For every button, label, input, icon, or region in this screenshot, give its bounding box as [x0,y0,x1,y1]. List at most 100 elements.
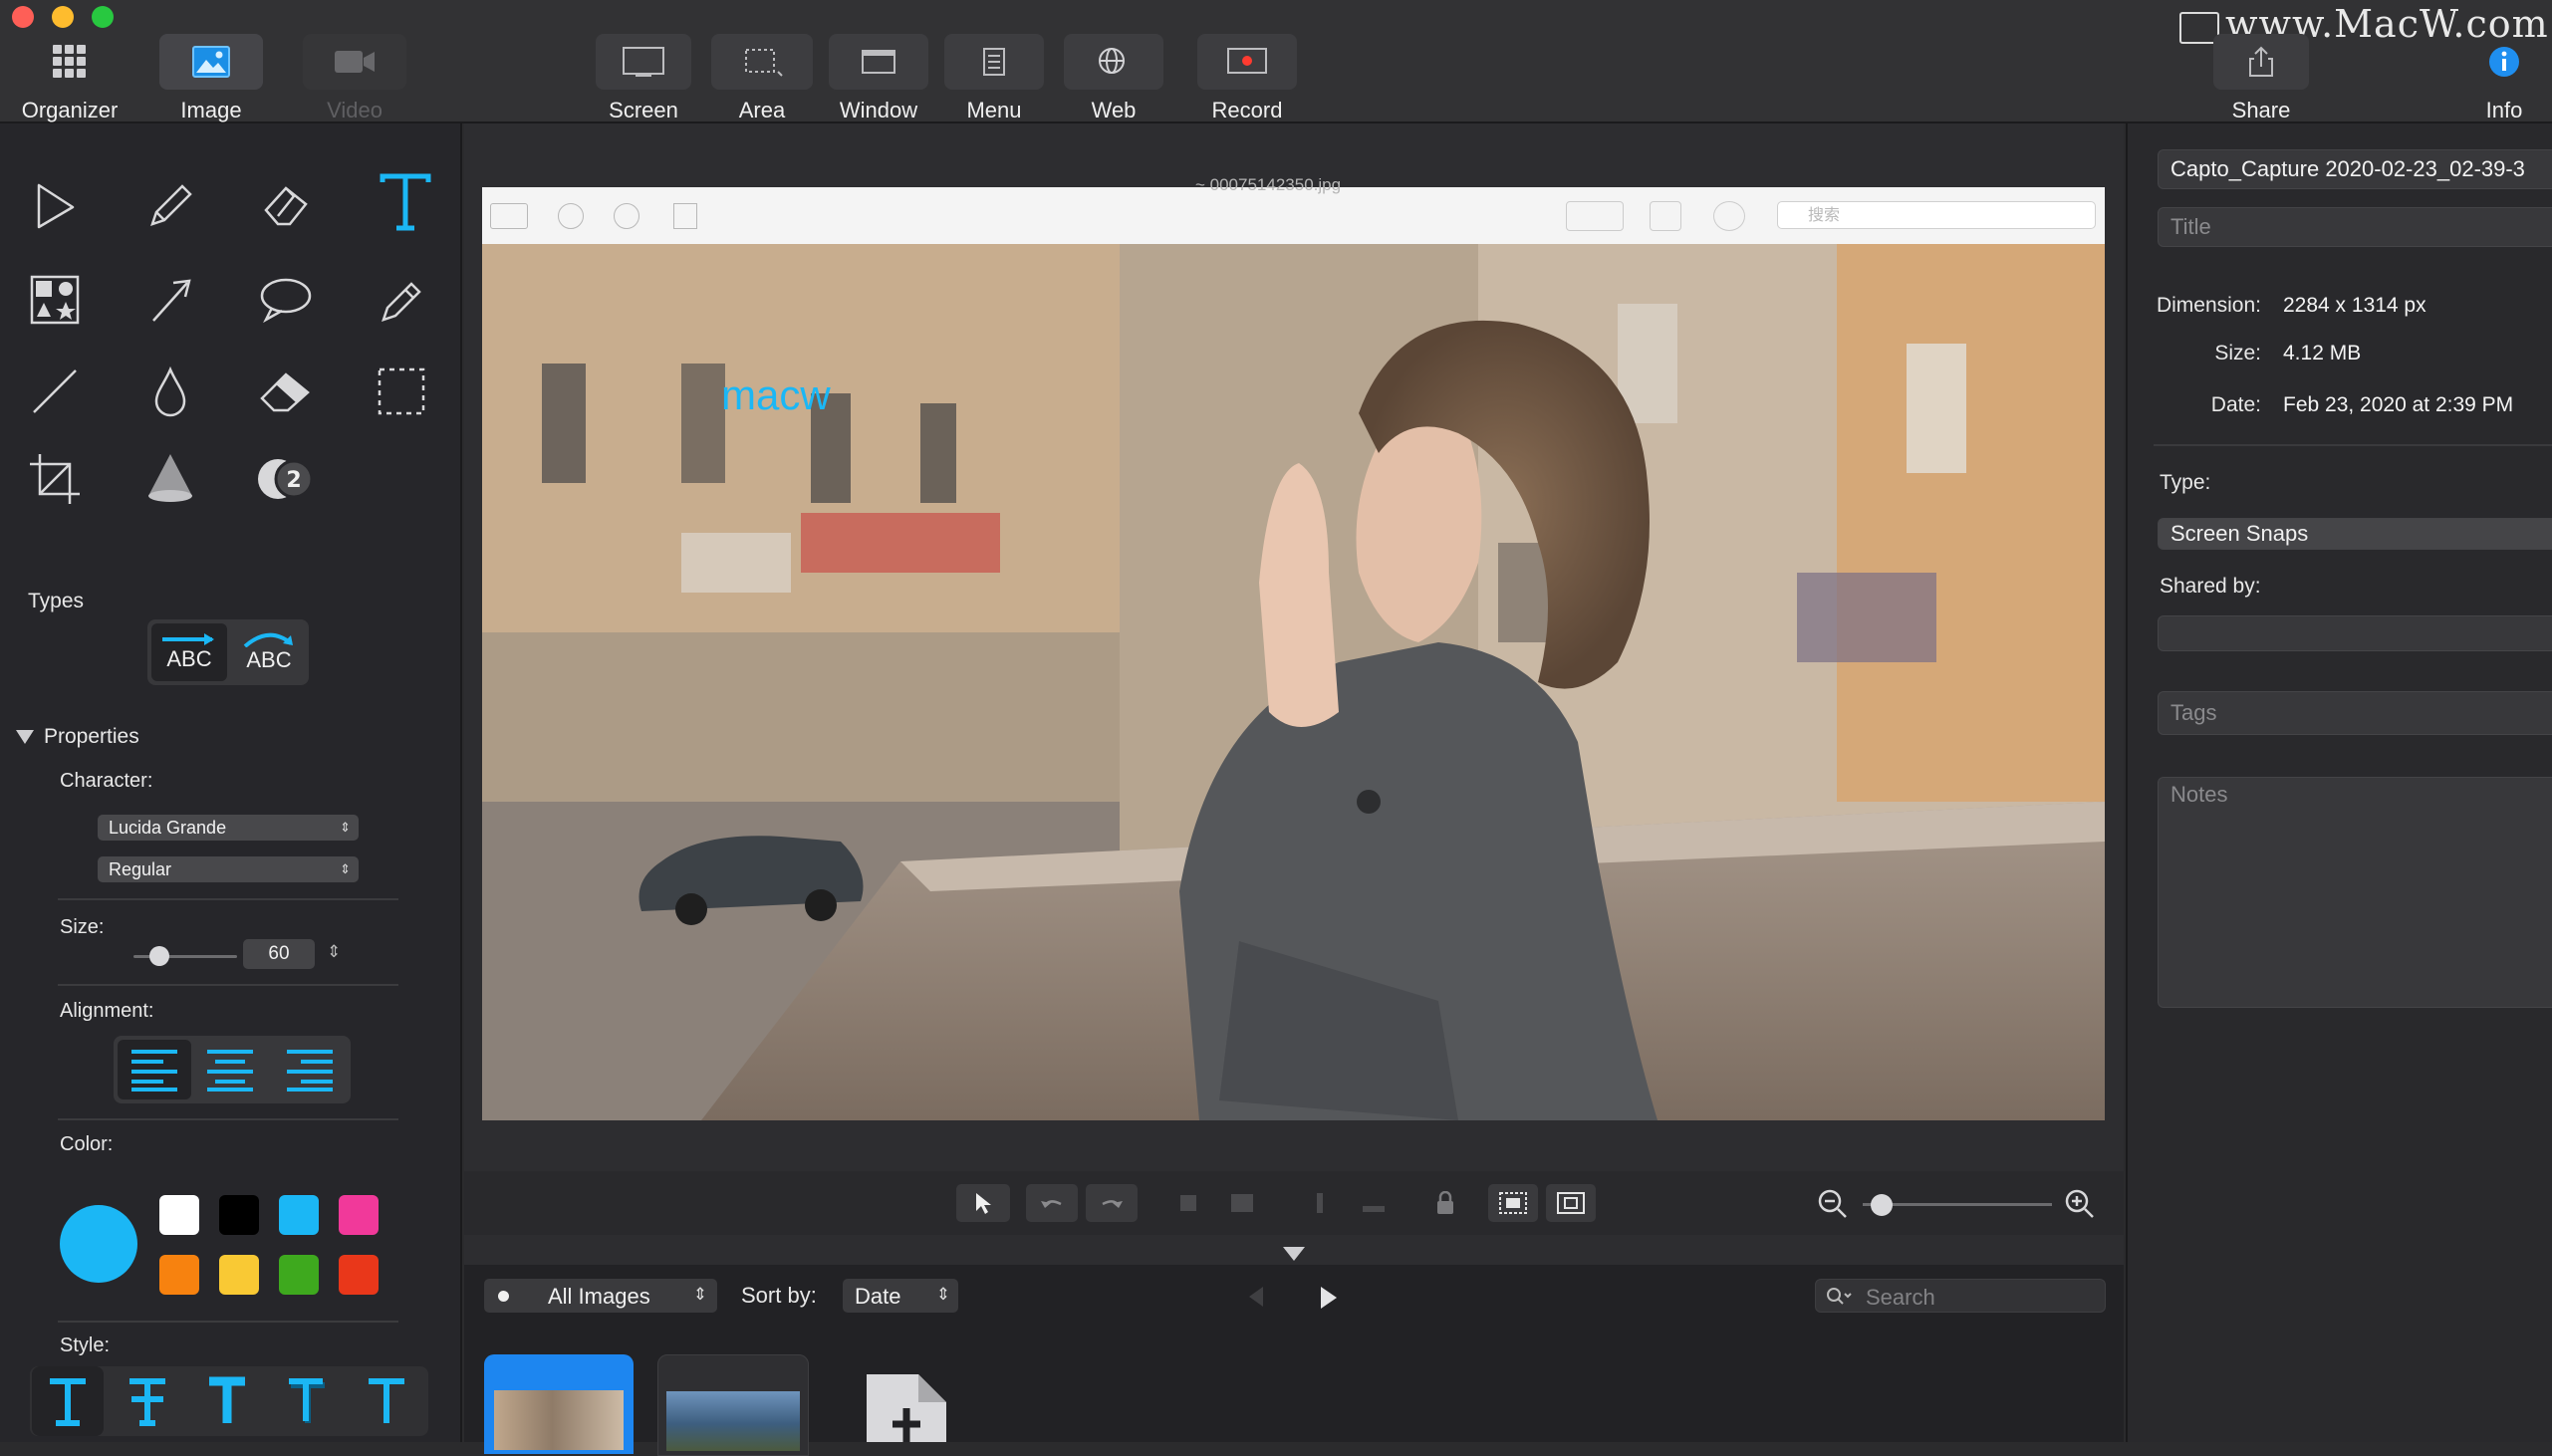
pointer-button[interactable] [956,1184,1010,1222]
color-swatch[interactable] [279,1195,319,1235]
style-plain-button[interactable] [32,1366,104,1436]
align-vertical-button[interactable] [1297,1184,1343,1222]
close-window-button[interactable] [12,6,34,28]
area-capture-button[interactable]: Area [711,34,813,123]
fit-canvas-button[interactable] [1488,1184,1538,1222]
blur-tool[interactable] [133,355,207,428]
numbering-tool[interactable]: 2 [249,442,323,516]
eraser-tool[interactable] [249,355,323,428]
video-button[interactable]: Video [303,34,406,123]
pencil-tool[interactable] [133,169,207,243]
crop-canvas-button[interactable] [1546,1184,1596,1222]
spotlight-tool[interactable] [133,442,207,516]
crop-icon [30,454,80,504]
straight-arrow-icon [162,633,214,645]
cursor-icon [976,1193,991,1214]
zoom-out-button[interactable] [1817,1188,1849,1225]
add-image-button[interactable] [865,1372,948,1447]
crop-tool[interactable] [18,442,92,516]
sort-select[interactable]: Date ⇕ [843,1279,958,1313]
font-family-select[interactable]: Lucida Grande ⇕ [98,815,359,841]
share-button[interactable]: Share [2213,34,2309,123]
send-back-button[interactable] [1219,1184,1265,1222]
color-swatch[interactable] [339,1195,379,1235]
font-style-select[interactable]: Regular ⇕ [98,856,359,882]
title-field[interactable]: Title [2158,207,2552,247]
grid-icon [53,45,86,78]
color-swatch[interactable] [219,1255,259,1295]
info-button[interactable]: Info [2464,34,2544,123]
screen-capture-button[interactable]: Screen [596,34,691,123]
color-swatch[interactable] [279,1255,319,1295]
notes-field[interactable]: Notes [2158,777,2552,1008]
align-right-button[interactable] [273,1040,347,1099]
zoom-slider-knob[interactable] [1871,1194,1893,1216]
color-swatch[interactable] [159,1195,199,1235]
minimize-window-button[interactable] [52,6,74,28]
filter-select[interactable]: All Images ⇕ [484,1279,717,1313]
style-shadow-button[interactable] [271,1366,343,1436]
type-straight-label: ABC [166,646,212,671]
color-label: Color: [60,1133,114,1155]
photo-scene: macw [482,244,2105,1120]
type-select[interactable]: Screen Snaps⇕ [2158,518,2552,550]
bring-front-button[interactable] [1165,1184,1211,1222]
redo-button[interactable] [1086,1184,1138,1222]
main-toolbar: Organizer Image Video Screen Area Window… [0,0,2552,123]
image-button[interactable]: Image [159,34,263,123]
undo-button[interactable] [1026,1184,1078,1222]
notes-placeholder: Notes [2170,782,2228,807]
previous-button[interactable] [1249,1287,1263,1307]
video-camera-icon [335,51,375,73]
divider [58,898,398,900]
color-swatch[interactable] [339,1255,379,1295]
color-swatch[interactable] [219,1195,259,1235]
record-button[interactable]: Record [1197,34,1297,123]
divider [58,1118,398,1120]
align-center-button[interactable] [193,1040,267,1099]
size-input[interactable]: 60 [243,939,315,969]
type-value: Screen Snaps [2170,521,2309,546]
browser-search-field[interactable]: Search [1815,1279,2106,1313]
size-slider-knob[interactable] [149,946,169,966]
tags-field[interactable]: Tags [2158,691,2552,735]
type-curved-button[interactable]: ABC [231,623,307,681]
style-strikethrough-button[interactable] [112,1366,183,1436]
callout-tool[interactable] [249,263,323,337]
info-icon [2489,47,2519,77]
selection-tool[interactable] [365,355,438,428]
properties-disclosure[interactable] [16,730,34,744]
filename-field[interactable]: Capto_Capture 2020-02-23_02-39-3 [2158,149,2552,189]
text-tool[interactable] [369,165,442,239]
size-info-label: Size: [2214,342,2261,364]
align-left-button[interactable] [118,1040,191,1099]
line-tool[interactable] [18,355,92,428]
thumbnail-selected[interactable] [484,1354,634,1454]
marker-tool[interactable] [365,263,438,337]
stamp-tool[interactable] [18,263,92,337]
style-glow-button[interactable] [351,1366,422,1436]
align-horizontal-button[interactable] [1351,1184,1397,1222]
zoom-in-button[interactable] [2064,1188,2096,1225]
style-outline-button[interactable] [191,1366,263,1436]
selected-color-well[interactable] [60,1205,137,1283]
thumbnail[interactable] [657,1354,809,1456]
arrow-tool[interactable] [133,263,207,337]
select-arrow-tool[interactable] [18,169,92,243]
window-capture-button[interactable]: Window [829,34,928,123]
color-swatch[interactable] [159,1255,199,1295]
curved-arrow-icon [243,632,293,647]
size-stepper[interactable]: ⇕ [327,942,341,962]
zoom-window-button[interactable] [92,6,114,28]
menu-capture-button[interactable]: Menu [944,34,1044,123]
next-button[interactable] [1321,1287,1337,1309]
lock-button[interactable] [1422,1184,1468,1222]
collapse-browser-button[interactable] [1283,1247,1305,1261]
organizer-button[interactable]: Organizer [14,34,126,123]
web-capture-button[interactable]: Web [1064,34,1163,123]
type-straight-button[interactable]: ABC [151,623,227,681]
captured-photo: macw [482,244,2105,1120]
highlighter-tool[interactable] [249,169,323,243]
inner-search-field: 搜索 [1777,201,2096,229]
shared-by-field[interactable] [2158,615,2552,651]
